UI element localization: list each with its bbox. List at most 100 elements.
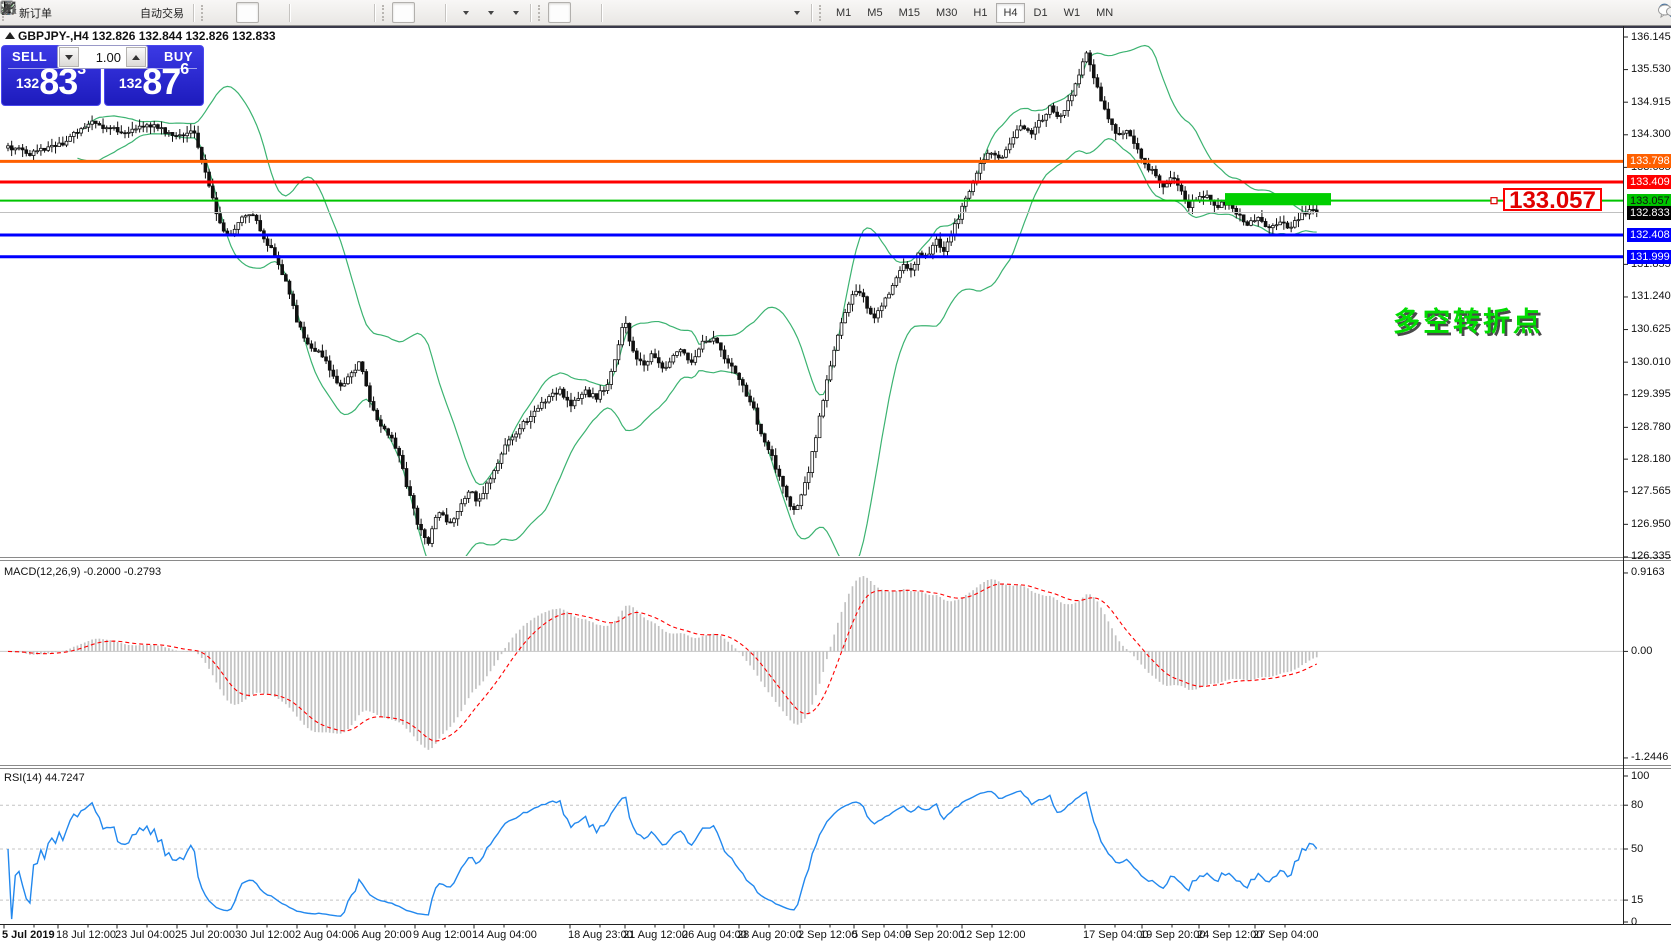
timeframe-button-m15[interactable]: M15	[892, 3, 927, 23]
chart-stage: GBPJPY-,H4 132.826 132.844 132.826 132.8…	[0, 0, 1671, 947]
channel-tool-button[interactable]: E	[683, 2, 706, 23]
rsi-axis-label: 15	[1631, 894, 1643, 906]
indicators-menu-button[interactable]	[452, 2, 475, 23]
line-chart-mode-button[interactable]	[261, 2, 284, 23]
macd-axis-label: 0.00	[1631, 645, 1652, 657]
crosshair-tool-button[interactable]	[573, 2, 596, 23]
market-watch-button[interactable]	[83, 2, 106, 23]
tile-windows-button[interactable]	[346, 2, 369, 23]
zoom-out-button[interactable]	[321, 2, 344, 23]
volume-input[interactable]	[80, 46, 125, 68]
rsi-indicator-label: RSI(14) 44.7247	[4, 772, 85, 784]
turning-point-annotation[interactable]: 多空转折点	[1393, 300, 1543, 339]
time-axis-label: 5 Sep 04:00	[852, 929, 911, 941]
zoom-in-button[interactable]	[296, 2, 319, 23]
toolbar-separator	[445, 4, 447, 22]
price-axis-label: 134.300	[1631, 128, 1671, 140]
cursor-tool-button[interactable]	[548, 2, 571, 23]
chevron-down-icon	[463, 11, 469, 15]
fibonacci-tool-button[interactable]: F	[708, 2, 731, 23]
symbol-ohlc-line: GBPJPY-,H4 132.826 132.844 132.826 132.8…	[18, 29, 276, 43]
rsi-axis-label: 50	[1631, 843, 1643, 855]
candlestick-mode-button[interactable]	[236, 2, 259, 23]
signals-button[interactable]	[108, 2, 131, 23]
price-axis-label: 128.180	[1631, 453, 1671, 465]
toolbar-drag-handle[interactable]	[538, 5, 543, 21]
chevron-down-icon	[794, 11, 800, 15]
bar-chart-mode-button[interactable]	[211, 2, 234, 23]
price-axis-label: 128.780	[1631, 421, 1671, 433]
toolbar-drag-handle[interactable]	[382, 5, 387, 21]
triangle-down-icon	[65, 55, 73, 60]
time-axis-label: 9 Aug 12:00	[413, 929, 472, 941]
price-line-label: 133.798	[1627, 154, 1671, 168]
time-axis-label: 9 Sep 20:00	[905, 929, 964, 941]
timeframe-button-d1[interactable]: D1	[1027, 3, 1055, 23]
toolbar-drag-handle[interactable]	[201, 5, 206, 21]
time-axis-label: 14 Aug 04:00	[472, 929, 537, 941]
chart-shift-button[interactable]	[417, 2, 440, 23]
time-axis-label: 5 Jul 2019	[2, 929, 55, 941]
toolbar-separator	[374, 4, 376, 22]
autotrade-button[interactable]: 自动交易	[133, 2, 188, 23]
timeframe-button-mn[interactable]: MN	[1089, 3, 1120, 23]
time-axis-label: 30 Jul 12:00	[235, 929, 295, 941]
text-tool-button[interactable]: A	[733, 2, 756, 23]
time-axis-label: 2 Sep 12:00	[798, 929, 857, 941]
chevron-down-icon	[488, 11, 494, 15]
price-line-label: 131.999	[1627, 250, 1671, 264]
periods-menu-button[interactable]	[477, 2, 500, 23]
timeframe-button-m5[interactable]: M5	[860, 3, 889, 23]
macd-indicator-label: MACD(12,26,9) -0.2000 -0.2793	[4, 566, 161, 578]
price-callout-box[interactable]: 133.057	[1503, 188, 1602, 211]
time-axis-label: 17 Sep 04:00	[1083, 929, 1148, 941]
triangle-up-icon	[132, 55, 140, 60]
toolbar-separator	[601, 4, 603, 22]
volume-increase-button[interactable]	[126, 47, 146, 67]
time-axis-label: 6 Aug 20:00	[353, 929, 412, 941]
time-axis-label: 12 Sep 12:00	[960, 929, 1025, 941]
price-axis-label: 130.625	[1631, 323, 1671, 335]
timeframe-button-m30[interactable]: M30	[929, 3, 964, 23]
price-axis-label: 134.915	[1631, 96, 1671, 108]
timeframe-group: M1M5M15M30H1H4D1W1MN	[828, 3, 1121, 23]
price-axis-label: 135.530	[1631, 63, 1671, 75]
time-axis-label: 28 Aug 20:00	[737, 929, 802, 941]
time-axis-label: 23 Jul 04:00	[115, 929, 175, 941]
timeframe-button-w1[interactable]: W1	[1057, 3, 1088, 23]
macd-axis-label: -1.2446	[1631, 751, 1668, 763]
price-axis-label: 126.335	[1631, 550, 1671, 562]
price-axis-label: 131.240	[1631, 290, 1671, 302]
toolbar-separator	[193, 4, 195, 22]
toolbar-separator	[289, 4, 291, 22]
templates-menu-button[interactable]	[502, 2, 525, 23]
trendline-tool-button[interactable]	[658, 2, 681, 23]
macd-signal-value: -0.2793	[124, 566, 161, 578]
toolbar-separator	[811, 4, 813, 22]
timeframe-button-h1[interactable]: H1	[966, 3, 994, 23]
chevron-down-icon	[513, 11, 519, 15]
price-axis-label: 136.145	[1631, 31, 1671, 43]
price-line-label: 132.408	[1627, 228, 1671, 242]
chart-surface[interactable]	[0, 0, 1671, 947]
macd-main-value: -0.2000	[83, 566, 120, 578]
time-axis-label: 25 Jul 20:00	[175, 929, 235, 941]
price-axis-label: 130.010	[1631, 356, 1671, 368]
time-axis-label: 18 Jul 12:00	[56, 929, 116, 941]
collapse-one-click-icon[interactable]	[5, 32, 15, 39]
volume-control	[57, 45, 148, 69]
timeframe-button-h4[interactable]: H4	[996, 3, 1024, 23]
auto-scroll-button[interactable]	[392, 2, 415, 23]
horizontal-line-tool-button[interactable]	[633, 2, 656, 23]
new-order-button[interactable]: 新订单	[12, 2, 56, 23]
arrows-menu-button[interactable]	[783, 2, 806, 23]
text-label-tool-button[interactable]: T	[758, 2, 781, 23]
custom-tool-button[interactable]	[58, 2, 81, 23]
timeframe-button-m1[interactable]: M1	[829, 3, 858, 23]
volume-decrease-button[interactable]	[59, 47, 79, 67]
time-axis-label: 19 Sep 20:00	[1140, 929, 1205, 941]
rsi-axis-label: 0	[1631, 916, 1637, 928]
toolbar-drag-handle[interactable]	[819, 5, 824, 21]
time-axis-label: 27 Sep 04:00	[1253, 929, 1318, 941]
vertical-line-tool-button[interactable]	[608, 2, 631, 23]
